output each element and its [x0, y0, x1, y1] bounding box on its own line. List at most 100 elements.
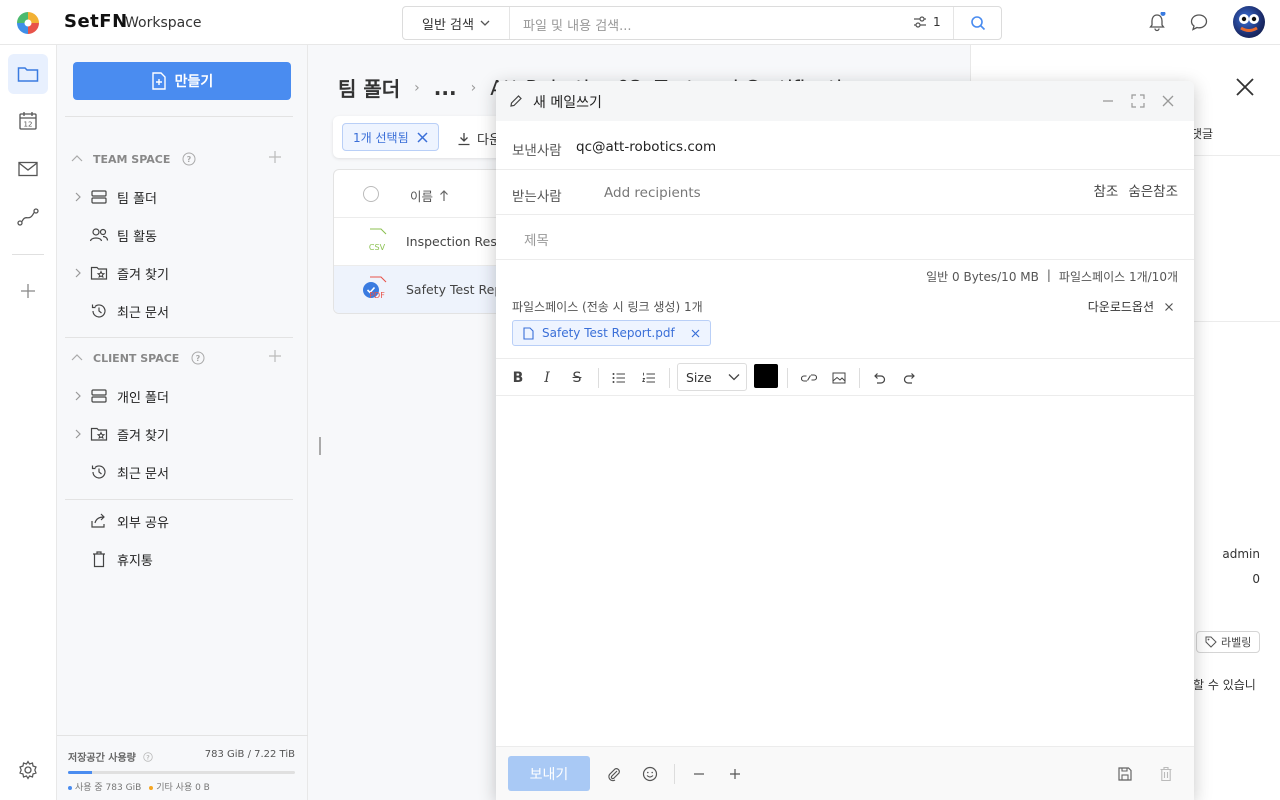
sidebar-item-client-favorites[interactable]: 즐겨 찾기 [71, 419, 291, 449]
create-button[interactable]: 만들기 [73, 62, 291, 100]
strikethrough-icon[interactable]: S [567, 368, 587, 388]
chat-icon[interactable] [1189, 12, 1209, 32]
svg-text:PDF: PDF [369, 291, 385, 300]
chevron-right-icon[interactable] [71, 268, 85, 278]
cc-controls: 참조 숨은참조 [1093, 180, 1178, 200]
bullet-list-icon[interactable] [609, 368, 629, 388]
rail-calendar[interactable]: 12 [8, 101, 48, 141]
attachment-chip[interactable]: Safety Test Report.pdf [512, 320, 711, 346]
info-icon[interactable]: ? [143, 752, 154, 762]
text-color-picker[interactable] [754, 364, 778, 388]
cc-button[interactable]: 참조 [1093, 180, 1118, 200]
sidebar-item-trash[interactable]: 휴지통 [71, 544, 291, 574]
remove-attachment-icon[interactable] [691, 329, 700, 338]
sidebar: 만들기 TEAM SPACE ? 팀 폴더 팀 활동 즐겨 찾기 최근 문서 C… [57, 45, 308, 800]
rail-files[interactable] [8, 54, 48, 94]
sidebar-item-external-share[interactable]: 외부 공유 [71, 506, 291, 536]
storage-bar [68, 771, 295, 774]
download-options: 다운로드옵션 [1088, 298, 1174, 315]
history-icon [89, 302, 109, 320]
sidebar-item-team-folder[interactable]: 팀 폴더 [71, 182, 291, 212]
close-icon[interactable] [1160, 93, 1176, 109]
toolbar-divider [787, 368, 788, 388]
other-dot-icon [149, 785, 154, 790]
workflow-icon [17, 208, 39, 226]
sidebar-item-team-activity[interactable]: 팀 활동 [71, 220, 291, 250]
compose-footer: 보내기 [496, 746, 1194, 800]
sidebar-item-label: 즐겨 찾기 [117, 428, 169, 444]
chevron-right-icon[interactable] [71, 192, 85, 202]
emoji-icon[interactable] [640, 764, 660, 784]
delete-draft-icon[interactable] [1156, 764, 1176, 784]
new-file-icon [151, 72, 166, 90]
image-icon[interactable] [829, 368, 849, 388]
search-input[interactable]: 파일 및 내용 검색... [523, 15, 632, 34]
search-filter-button[interactable]: 1 [913, 15, 941, 29]
from-row: 보낸사람 qc@att-robotics.com [496, 121, 1194, 170]
download-button[interactable]: 다운 [457, 129, 501, 148]
storage-other: 기타 사용 0 B [156, 783, 210, 793]
product-name: Workspace [125, 15, 202, 31]
search-scope-dropdown[interactable]: 일반 검색 [403, 7, 510, 39]
maximize-icon[interactable] [1130, 93, 1146, 109]
to-label: 받는사람 [512, 189, 562, 205]
add-team-space-icon[interactable] [268, 150, 282, 164]
chevron-right-icon[interactable] [71, 429, 85, 439]
search-button[interactable] [953, 7, 1001, 39]
close-icon[interactable] [417, 131, 428, 143]
close-icon[interactable] [1233, 75, 1257, 99]
setfn-logo-icon[interactable] [16, 11, 40, 35]
bcc-button[interactable]: 숨은참조 [1128, 180, 1178, 200]
send-button[interactable]: 보내기 [508, 756, 590, 791]
help-icon[interactable]: ? [191, 351, 205, 365]
from-label: 보낸사람 [512, 143, 562, 159]
mail-icon [18, 161, 38, 177]
minimize-icon[interactable] [1100, 93, 1116, 109]
plus-icon [21, 284, 35, 298]
selection-chip[interactable]: 1개 선택됨 [342, 123, 439, 151]
rail-settings[interactable] [8, 750, 48, 790]
chevron-right-icon[interactable] [71, 391, 85, 401]
redo-icon[interactable] [900, 368, 920, 388]
toolbar-divider [859, 368, 860, 388]
recipients-input[interactable]: Add recipients [604, 185, 701, 201]
rail-add[interactable] [8, 271, 48, 311]
font-size-select[interactable]: Size [677, 363, 747, 391]
breadcrumb-item[interactable]: 팀 폴더 [338, 73, 400, 102]
sidebar-item-team-favorites[interactable]: 즐겨 찾기 [71, 258, 291, 288]
storage-value: 783 GiB / 7.22 TiB [204, 749, 295, 760]
close-icon[interactable] [1164, 302, 1174, 312]
rail-workflow[interactable] [8, 197, 48, 237]
sidebar-item-personal-folder[interactable]: 개인 폴더 [71, 381, 291, 411]
minus-icon[interactable] [689, 764, 709, 784]
save-draft-icon[interactable] [1115, 764, 1135, 784]
bold-icon[interactable]: B [508, 368, 528, 388]
tab-comments[interactable]: 댓글 [1191, 125, 1213, 142]
user-avatar[interactable] [1233, 6, 1265, 38]
bell-icon[interactable] [1147, 12, 1167, 32]
compose-mail-dialog: 새 메일쓰기 보낸사람 qc@att-robotics.com 받는사람 Add… [496, 81, 1194, 800]
breadcrumb-item[interactable]: ... [434, 76, 457, 100]
message-body-editor[interactable] [496, 396, 1194, 746]
sidebar-divider [65, 499, 293, 500]
italic-icon[interactable]: I [537, 368, 557, 388]
select-all-checkbox[interactable] [363, 186, 379, 202]
undo-icon[interactable] [869, 368, 889, 388]
link-icon[interactable] [799, 368, 819, 388]
numbered-list-icon[interactable] [639, 368, 659, 388]
labeling-button[interactable]: 라벨링 [1196, 631, 1261, 653]
footer-divider [674, 764, 675, 784]
sidebar-item-team-recent[interactable]: 최근 문서 [71, 296, 291, 326]
rail-mail[interactable] [8, 149, 48, 189]
plus-icon[interactable] [725, 764, 745, 784]
client-space-header[interactable]: CLIENT SPACE ? [71, 347, 296, 369]
help-icon[interactable]: ? [182, 152, 196, 166]
download-option-button[interactable]: 다운로드옵션 [1088, 298, 1154, 315]
name-column-header[interactable]: 이름 [410, 186, 449, 205]
team-space-header[interactable]: TEAM SPACE ? [71, 148, 296, 170]
add-client-space-icon[interactable] [268, 349, 282, 363]
panel-splitter[interactable] [319, 437, 321, 455]
sidebar-item-client-recent[interactable]: 최근 문서 [71, 457, 291, 487]
attach-icon[interactable] [604, 764, 624, 784]
subject-input[interactable]: 제목 [524, 229, 549, 249]
